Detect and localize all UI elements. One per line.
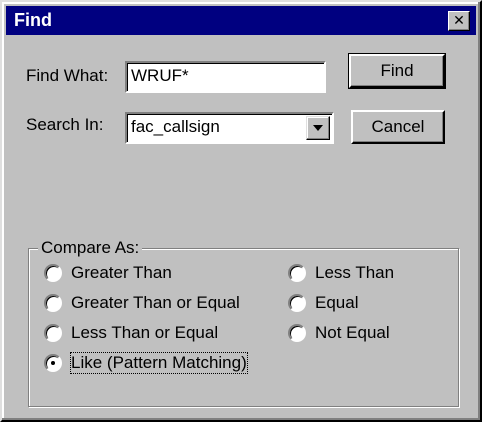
radio-label: Greater Than [71,263,172,282]
close-button[interactable]: ✕ [448,11,470,31]
find-button[interactable]: Find [348,53,446,89]
radio-greater-than-or-equal[interactable]: Greater Than or Equal [44,292,274,314]
radio-less-than[interactable]: Less Than [288,262,438,284]
radio-label: Less Than or Equal [71,323,219,342]
radio-circle [288,324,306,342]
radio-label: Greater Than or Equal [71,293,240,312]
radio-less-than-or-equal[interactable]: Less Than or Equal [44,322,274,344]
radio-label: Less Than [315,263,395,282]
radio-like-pattern-matching[interactable]: Like (Pattern Matching) [44,352,284,374]
radio-label: Not Equal [315,323,390,342]
radio-circle [288,294,306,312]
find-what-label: Find What: [26,66,109,85]
close-icon: ✕ [453,12,465,28]
radio-circle [288,264,306,282]
radio-circle [44,324,62,342]
radio-label: Like (Pattern Matching) [70,352,248,374]
radio-label: Equal [315,293,359,312]
radio-circle [44,294,62,312]
compare-as-caption: Compare As: [38,238,143,258]
radio-circle [44,264,62,282]
dialog-title: Find [14,10,52,30]
title-bar[interactable]: Find ✕ [6,6,476,35]
search-in-label: Search In: [26,115,104,134]
search-in-value: fac_callsign [131,117,220,136]
find-dialog: Find ✕ Find What: WRUF* Search In: fac_c… [0,0,482,422]
dropdown-button[interactable] [306,116,330,140]
chevron-down-icon [313,125,323,131]
radio-not-equal[interactable]: Not Equal [288,322,438,344]
radio-circle-selected [44,354,62,372]
cancel-button[interactable]: Cancel [351,110,445,144]
radio-equal[interactable]: Equal [288,292,438,314]
find-what-input[interactable]: WRUF* [125,61,326,93]
radio-greater-than[interactable]: Greater Than [44,262,264,284]
radio-dot [51,361,55,365]
search-in-select[interactable]: fac_callsign [125,112,334,144]
